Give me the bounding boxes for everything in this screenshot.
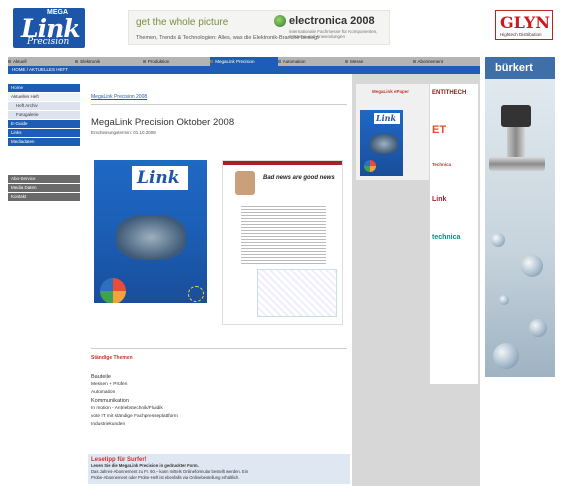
sidebar-item-1[interactable]: Aktuelles Heft bbox=[8, 93, 80, 101]
sidebar-item-0[interactable]: Home bbox=[8, 84, 80, 92]
epaper-color-wheel bbox=[364, 160, 376, 172]
topic-item[interactable]: In motion - Antriebstechnik/Fluidik bbox=[91, 405, 178, 413]
water-drop bbox=[491, 233, 505, 247]
sidebar: Home Aktuelles Heft Heft Archiv Fotogalerie… bbox=[8, 84, 80, 202]
divider bbox=[91, 348, 347, 349]
main-content: MegaLink Precision 2008 MegaLink Precisi… bbox=[88, 92, 350, 484]
glyn-sub: Hightech Distribution bbox=[500, 32, 542, 37]
content-crumb[interactable]: MegaLink Precision 2008 bbox=[91, 94, 147, 100]
banner-brand: electronica 2008 bbox=[289, 15, 375, 27]
magazine-cover[interactable]: Link bbox=[94, 160, 207, 303]
topics-list: Ständige Themen Bauteile Messen + Prüfen A… bbox=[91, 355, 178, 429]
partner-logo[interactable]: Technica bbox=[432, 162, 476, 167]
partner-logo[interactable]: ENTITHECH bbox=[432, 90, 476, 96]
valve-pipe-image bbox=[489, 157, 545, 171]
partner-logos: ENTITHECH ET Technica Link technica bbox=[430, 84, 478, 384]
sidebar-item-5[interactable]: Links bbox=[8, 129, 80, 137]
water-drop bbox=[493, 343, 519, 369]
topic-item[interactable]: Industriekunden bbox=[91, 421, 178, 429]
cover-color-wheel bbox=[100, 278, 126, 303]
sidebar-item-8[interactable]: Media Daten bbox=[8, 184, 80, 192]
topic-item[interactable]: Automation bbox=[91, 389, 178, 397]
cover-logo: Link bbox=[132, 166, 188, 190]
topic-item[interactable]: Bauteile bbox=[91, 373, 178, 381]
topic-item[interactable]: vote IT mit ständige Fachpresseplattform bbox=[91, 413, 178, 421]
burkert-logo: bürkert bbox=[485, 57, 555, 79]
nav-item-1[interactable]: Elektronik bbox=[75, 57, 142, 66]
topic-item[interactable]: Kommunikation bbox=[91, 397, 178, 405]
glyn-logo[interactable]: GLYN Hightech Distribution bbox=[495, 10, 553, 40]
nav-item-4[interactable]: Automation bbox=[277, 57, 345, 66]
topic-item[interactable]: Messen + Prüfen bbox=[91, 381, 178, 389]
eu-stars-icon bbox=[188, 286, 204, 302]
valve-actuator-image bbox=[501, 105, 531, 127]
partner-logo[interactable]: ET bbox=[432, 124, 476, 136]
water-drop bbox=[521, 255, 543, 277]
banner-headline: get the whole picture bbox=[136, 17, 229, 28]
valve-body-image bbox=[507, 127, 525, 157]
divider bbox=[91, 104, 347, 105]
tip-line-3[interactable]: Probe-Abonnement oder Probe-Heft ist ebe… bbox=[91, 475, 347, 481]
breadcrumb: HOME / AKTUELLES HEFT bbox=[8, 66, 480, 74]
reading-tip-box: Lesetipp für Surfer! Lesen Sie die MegaL… bbox=[88, 454, 350, 484]
banner-brand-sub: internationale Fachmesse für Komponenten… bbox=[289, 29, 378, 39]
sidebar-item-6[interactable]: Mediadaten bbox=[8, 138, 80, 146]
epaper-cover[interactable]: Link bbox=[360, 110, 403, 176]
water-drop bbox=[499, 295, 509, 305]
author-photo bbox=[235, 171, 255, 195]
nav-item-5[interactable]: Messe bbox=[345, 57, 412, 66]
burkert-ad[interactable]: bürkert bbox=[485, 57, 555, 377]
editorial-page[interactable]: Bad news are good news bbox=[222, 160, 343, 325]
nav-item-0[interactable]: Aktuell bbox=[8, 57, 75, 66]
editorial-headline: Bad news are good news bbox=[263, 175, 335, 181]
page-header-bar bbox=[223, 161, 342, 165]
sidebar-item-2[interactable]: Heft Archiv bbox=[8, 102, 80, 110]
editorial-illustration bbox=[257, 269, 337, 317]
cover-robot-image bbox=[116, 215, 186, 260]
sidebar-item-4[interactable]: E-Guide bbox=[8, 120, 80, 128]
nav-item-3[interactable]: MegaLink Precision bbox=[210, 57, 278, 66]
issue-date: Erscheinungstermin: 01.10.2008 bbox=[91, 130, 156, 135]
epaper-robot-image bbox=[370, 134, 398, 154]
main-nav: Aktuell Elektronik Produktion MegaLink Prec… bbox=[8, 57, 480, 66]
glyn-name: GLYN bbox=[500, 13, 550, 32]
topics-heading: Ständige Themen bbox=[91, 355, 133, 361]
globe-icon bbox=[274, 15, 286, 27]
megalink-logo[interactable]: MEGA Link Precision bbox=[13, 8, 85, 48]
sidebar-item-3[interactable]: Fotogalerie bbox=[8, 111, 80, 119]
sidebar-item-7[interactable]: Abo-Service bbox=[8, 175, 80, 183]
logo-sub: Precision bbox=[27, 37, 70, 47]
epaper-heading: MegaLink ePaper bbox=[372, 89, 410, 94]
epaper-cover-logo: Link bbox=[374, 113, 400, 124]
water-drop bbox=[529, 319, 547, 337]
electronica-banner[interactable]: get the whole picture Themen, Trends & T… bbox=[128, 10, 390, 45]
partner-logo[interactable]: technica bbox=[432, 234, 476, 241]
page-title: MegaLink Precision Oktober 2008 bbox=[91, 117, 235, 128]
editorial-text-block bbox=[241, 206, 326, 266]
sidebar-item-9[interactable]: Kontakt bbox=[8, 193, 80, 201]
nav-item-2[interactable]: Produktion bbox=[142, 57, 210, 66]
partner-logo[interactable]: Link bbox=[432, 196, 476, 203]
nav-item-6[interactable]: Abonnement bbox=[412, 57, 480, 66]
